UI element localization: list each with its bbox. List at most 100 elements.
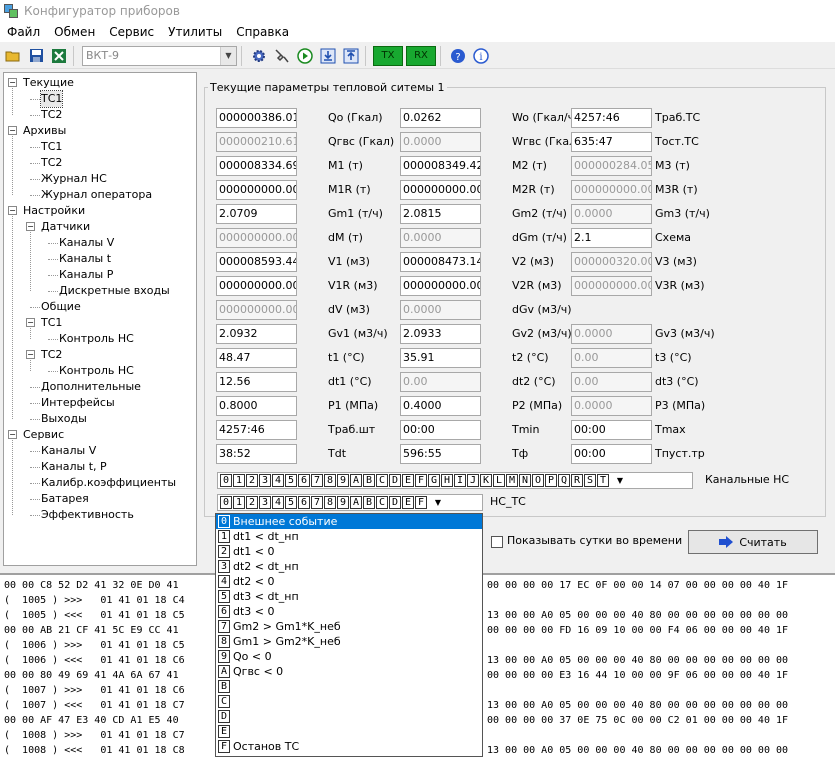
value-field[interactable]: 000008473.142 [400,252,481,272]
value-field[interactable]: 000008593.448 [216,252,297,272]
tree-item[interactable]: Каналы t [59,251,111,267]
tree-item[interactable]: Выходы [41,411,87,427]
save-icon[interactable] [26,46,46,66]
dropdown-option[interactable]: 0 Внешнее событие [216,514,482,529]
menu-service[interactable]: Сервис [102,25,161,39]
play-icon[interactable] [295,46,315,66]
tree-item[interactable]: Текущие [23,75,74,91]
value-field[interactable]: 0.0000 [400,132,481,152]
tree-item[interactable]: Журнал НС [41,171,107,187]
dropdown-option[interactable]: A Qгвс < 0 [216,664,482,679]
tree-item[interactable]: Контроль НС [59,363,134,379]
value-field[interactable]: 48.47 [216,348,297,368]
tree-item[interactable]: Журнал оператора [41,187,152,203]
value-field[interactable]: 635:47 [571,132,652,152]
value-field[interactable]: 000000320.000 [571,252,652,272]
value-field[interactable]: 0.00 [571,348,652,368]
value-field[interactable]: 12.56 [216,372,297,392]
channel-ns-select[interactable]: 0 1 2 3 4 5 6 7 8 9 A B C D E F G H I J K L M N O P Q R S T ▼ [217,472,693,489]
menu-help[interactable]: Справка [229,25,296,39]
value-field[interactable]: 596:55 [400,444,481,464]
chevron-down-icon[interactable]: ▼ [430,495,446,510]
tree-item[interactable]: ТС1 [39,90,64,108]
tree-item[interactable]: Эффективность [41,507,134,523]
value-field[interactable]: 000000000.000 [400,180,481,200]
tree-item[interactable]: Калибр.коэффициенты [41,475,176,491]
value-field[interactable]: 000000284.059 [571,156,652,176]
menu-exchange[interactable]: Обмен [47,25,102,39]
expand-collapse-icon[interactable]: − [26,318,35,327]
tree-item[interactable]: ТС2 [41,107,62,123]
tree-item[interactable]: Дискретные входы [59,283,170,299]
value-field[interactable]: 0.4000 [400,396,481,416]
read-button[interactable]: Считать [688,530,818,554]
dropdown-option[interactable]: 7 Gm2 > Gm1*K_неб [216,619,482,634]
tree-item[interactable]: Настройки [23,203,85,219]
value-field[interactable]: 0.0000 [571,204,652,224]
chevron-down-icon[interactable]: ▼ [220,46,236,65]
expand-collapse-icon[interactable]: − [8,430,17,439]
value-field[interactable]: 00:00 [571,420,652,440]
dropdown-option[interactable]: 5 dt3 < dt_нп [216,589,482,604]
value-field[interactable]: 000000000.000 [216,300,297,320]
tree-item[interactable]: Дополнительные [41,379,141,395]
value-field[interactable]: 000000000.000 [400,276,481,296]
dropdown-option[interactable]: F Останов ТС [216,739,482,754]
tree-item[interactable]: ТС2 [41,155,62,171]
settings-gear-icon[interactable] [249,46,269,66]
expand-collapse-icon[interactable]: − [26,350,35,359]
dropdown-option[interactable]: 6 dt3 < 0 [216,604,482,619]
excel-icon[interactable] [49,46,69,66]
value-field[interactable]: 2.0815 [400,204,481,224]
expand-collapse-icon[interactable]: − [8,126,17,135]
expand-collapse-icon[interactable]: − [8,206,17,215]
dropdown-option[interactable]: 8 Gm1 > Gm2*K_неб [216,634,482,649]
device-select[interactable]: ВКТ-9 ▼ [82,45,237,66]
tree-item[interactable]: ТС2 [41,347,62,363]
help-icon[interactable]: ? [448,46,468,66]
tree-item[interactable]: Каналы V [59,235,114,251]
value-field[interactable]: 000000000.000 [571,276,652,296]
value-field[interactable]: 000000000.000 [571,180,652,200]
value-field[interactable]: 0.00 [400,372,481,392]
value-field[interactable]: 0.0000 [571,324,652,344]
download-icon[interactable] [318,46,338,66]
value-field[interactable]: 000000000.000 [216,180,297,200]
value-field[interactable]: 4257:46 [216,420,297,440]
value-field[interactable]: 000000386.017 [216,108,297,128]
value-field[interactable]: 0.0000 [571,396,652,416]
tree-item[interactable]: Контроль НС [59,331,134,347]
dropdown-option[interactable]: 2 dt1 < 0 [216,544,482,559]
dropdown-option[interactable]: 9 Qo < 0 [216,649,482,664]
value-field[interactable]: 2.0933 [400,324,481,344]
tree-item[interactable]: Батарея [41,491,89,507]
menu-file[interactable]: Файл [0,25,47,39]
info-icon[interactable]: i [471,46,491,66]
value-field[interactable]: 38:52 [216,444,297,464]
value-field[interactable]: 000000000.000 [216,228,297,248]
ns-tc-dropdown-list[interactable]: 0 Внешнее событие 1 dt1 < dt_нп 2 dt1 < 0 3 dt2… [215,513,483,757]
menu-utilities[interactable]: Утилиты [161,25,229,39]
navigation-tree[interactable]: − Текущие ТС1 ТС2− Архивы ТС1 ТС2 Журнал НС Журн… [3,72,197,566]
ns-tc-select[interactable]: 0 1 2 3 4 5 6 7 8 9 A B C D E F ▼ [217,494,483,511]
dropdown-option[interactable]: 1 dt1 < dt_нп [216,529,482,544]
expand-collapse-icon[interactable]: − [8,78,17,87]
tree-item[interactable]: Датчики [41,219,90,235]
tree-item[interactable]: Сервис [23,427,64,443]
tree-item[interactable]: Каналы P [59,267,113,283]
show-days-checkbox[interactable] [491,536,503,548]
tree-item[interactable]: Общие [41,299,81,315]
tree-item[interactable]: Интерфейсы [41,395,115,411]
chevron-down-icon[interactable]: ▼ [612,473,628,488]
dropdown-option[interactable]: B [216,679,482,694]
value-field[interactable]: 00:00 [400,420,481,440]
tree-item[interactable]: Каналы V [41,443,96,459]
dropdown-option[interactable]: C [216,694,482,709]
tree-item[interactable]: Архивы [23,123,66,139]
dropdown-option[interactable]: 3 dt2 < dt_нп [216,559,482,574]
open-folder-icon[interactable] [3,46,23,66]
tree-item[interactable]: ТС1 [41,315,62,331]
value-field[interactable]: 2.0709 [216,204,297,224]
value-field[interactable]: 2.0932 [216,324,297,344]
dropdown-option[interactable]: E [216,724,482,739]
